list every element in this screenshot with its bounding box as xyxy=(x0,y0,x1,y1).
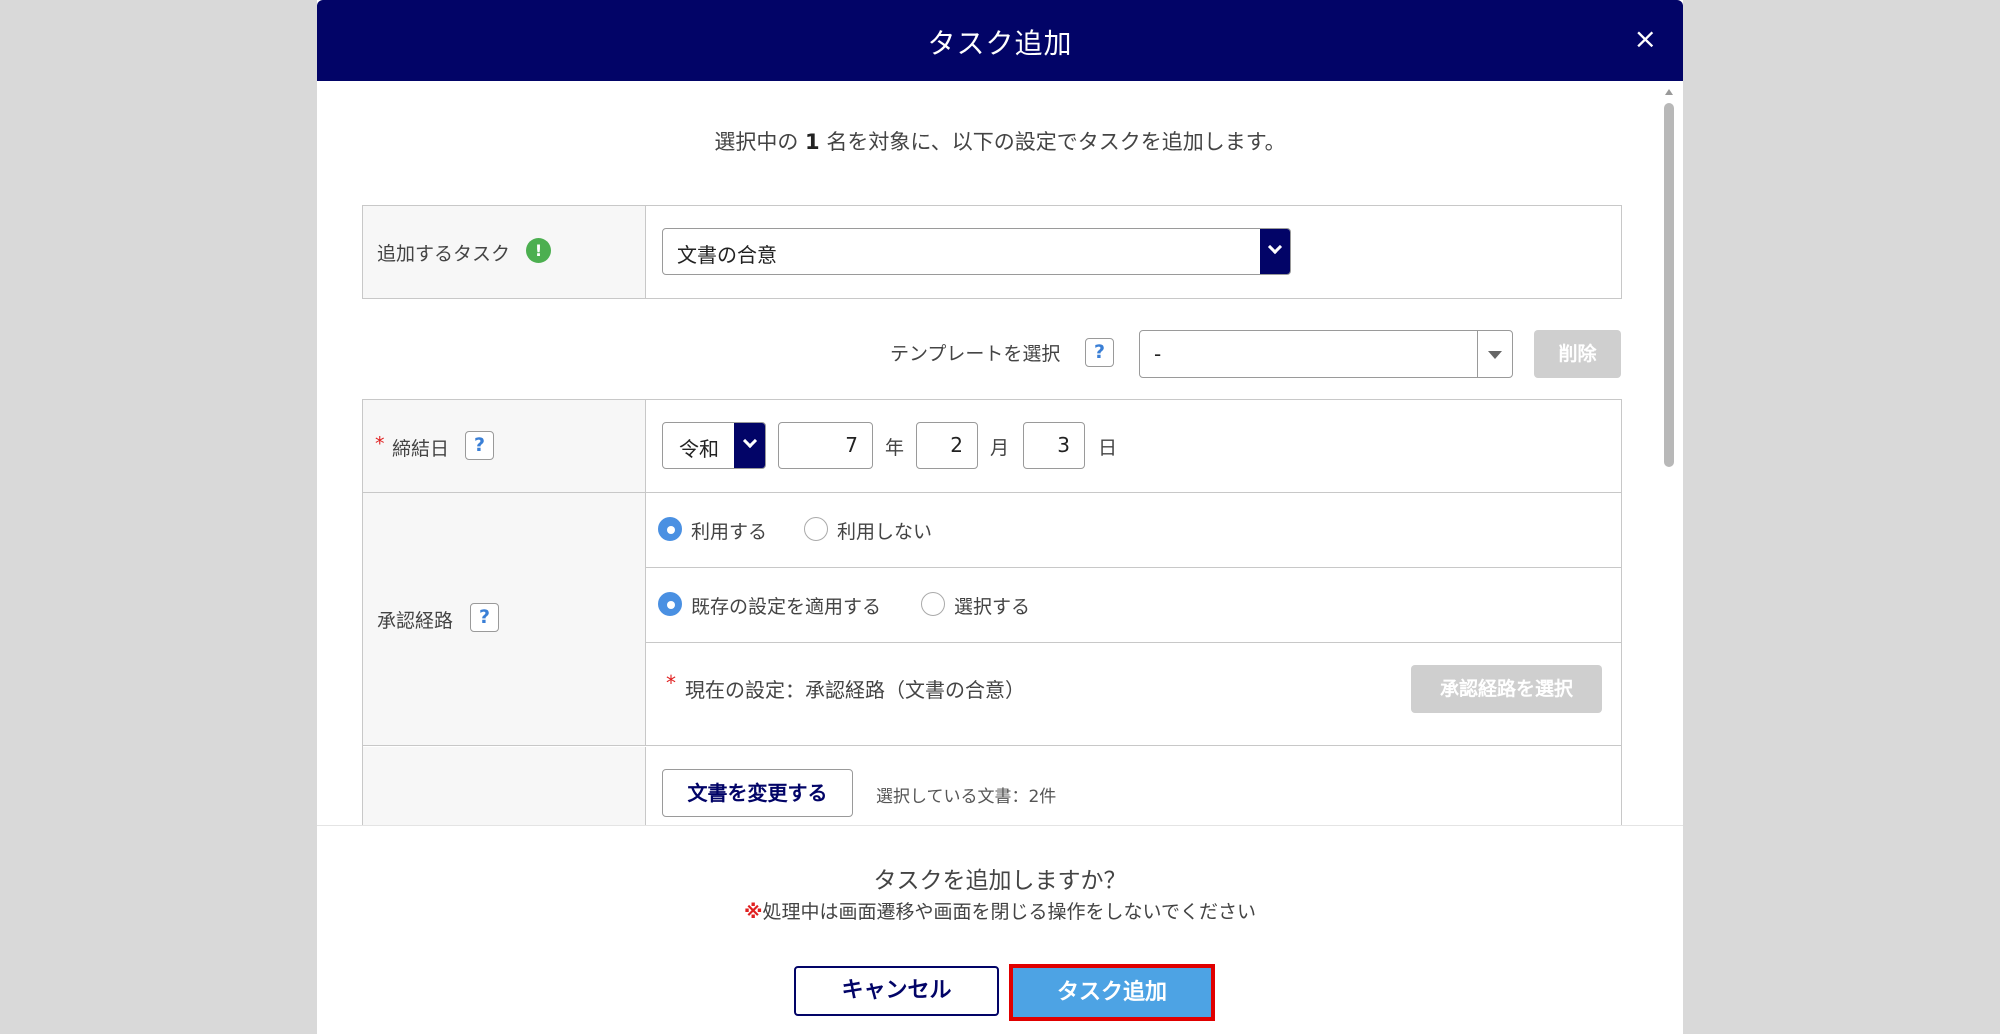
change-document-button[interactable]: 文書を変更する xyxy=(662,769,853,817)
era-select[interactable]: 令和 xyxy=(662,422,766,469)
current-setting-text: 現在の設定：承認経路（文書の合意） xyxy=(685,678,1025,702)
radio-select-label: 選択する xyxy=(954,596,1031,618)
delete-template-button[interactable]: 削除 xyxy=(1534,330,1621,378)
selected-docs-text: 選択している文書：2件 xyxy=(876,787,1057,807)
settings-table: * 締結日 ? 令和 7 年 2 月 3 日 承認経路 ? 利用する 利用しない… xyxy=(362,399,1622,825)
task-select-value: 文書の合意 xyxy=(677,243,777,267)
radio-apply-existing-label: 既存の設定を適用する xyxy=(691,596,882,618)
radio-not-use-label: 利用しない xyxy=(837,521,933,543)
template-select-value: - xyxy=(1154,342,1162,366)
intro-text: 選択中の 1 名を対象に、以下の設定でタスクを追加します。 xyxy=(317,126,1683,156)
date-row: * 締結日 ? 令和 7 年 2 月 3 日 xyxy=(363,400,1621,493)
dialog-body[interactable]: 選択中の 1 名を対象に、以下の設定でタスクを追加します。 追加するタスク ! … xyxy=(317,81,1683,825)
radio-apply-existing[interactable] xyxy=(658,592,682,616)
scroll-up-icon[interactable] xyxy=(1665,89,1673,95)
approval-help-icon[interactable]: ? xyxy=(470,603,499,632)
day-input[interactable]: 3 xyxy=(1023,422,1085,469)
required-mark: * xyxy=(666,671,676,695)
approval-label-cell: 承認経路 ? xyxy=(363,493,646,745)
cancel-button[interactable]: キャンセル xyxy=(794,966,999,1016)
dialog-header: タスク追加 × xyxy=(317,0,1683,81)
year-unit: 年 xyxy=(885,437,905,459)
select-approval-route-button[interactable]: 承認経路を選択 xyxy=(1411,665,1602,713)
dialog-footer: タスクを追加しますか？ ※処理中は画面遷移や画面を閉じる操作をしないでください … xyxy=(317,825,1683,1034)
document-label-cell xyxy=(363,747,646,825)
radio-use[interactable] xyxy=(658,517,682,541)
document-row: 文書を変更する 選択している文書：2件 xyxy=(363,747,1621,825)
info-icon: ! xyxy=(526,238,551,263)
dialog-title: タスク追加 xyxy=(927,27,1073,60)
warning-message: 処理中は画面遷移や画面を閉じる操作をしないでください xyxy=(762,901,1256,923)
template-help-icon[interactable]: ? xyxy=(1085,338,1114,367)
confirm-text: タスクを追加しますか？ xyxy=(873,868,1127,894)
vertical-scrollbar[interactable] xyxy=(1663,89,1675,825)
date-help-icon[interactable]: ? xyxy=(465,431,494,460)
day-unit: 日 xyxy=(1098,437,1118,459)
template-select[interactable]: - xyxy=(1139,330,1513,378)
date-label-cell: * 締結日 ? xyxy=(363,400,646,492)
required-mark: * xyxy=(375,433,385,455)
intro-suffix: 名を対象に、以下の設定でタスクを追加します。 xyxy=(819,130,1286,154)
warning-text: ※処理中は画面遷移や画面を閉じる操作をしないでください xyxy=(317,897,1683,924)
add-task-button[interactable]: タスク追加 xyxy=(1013,968,1211,1017)
task-row: 追加するタスク ! 文書の合意 xyxy=(363,206,1621,298)
approval-divider xyxy=(646,567,1621,568)
task-add-dialog: タスク追加 × 選択中の 1 名を対象に、以下の設定でタスクを追加します。 追加… xyxy=(317,0,1683,1034)
task-table: 追加するタスク ! 文書の合意 xyxy=(362,205,1622,299)
scroll-thumb[interactable] xyxy=(1664,103,1674,467)
intro-count: 1 xyxy=(805,130,820,154)
year-input[interactable]: 7 xyxy=(778,422,873,469)
task-select[interactable]: 文書の合意 xyxy=(662,228,1291,275)
chevron-down-icon[interactable] xyxy=(734,423,765,468)
month-unit: 月 xyxy=(990,437,1010,459)
close-icon[interactable]: × xyxy=(1634,24,1657,54)
approval-divider xyxy=(646,642,1621,643)
radio-not-use[interactable] xyxy=(804,517,828,541)
intro-prefix: 選択中の xyxy=(714,130,806,154)
approval-row: 承認経路 ? 利用する 利用しない 既存の設定を適用する 選択する * 現在の設… xyxy=(363,493,1621,746)
month-input[interactable]: 2 xyxy=(916,422,978,469)
radio-use-label: 利用する xyxy=(691,521,768,543)
warning-mark: ※ xyxy=(744,901,763,923)
date-label: 締結日 xyxy=(392,438,450,460)
task-label-cell: 追加するタスク ! xyxy=(363,206,646,298)
task-label: 追加するタスク xyxy=(377,243,511,265)
caret-down-icon[interactable] xyxy=(1488,351,1502,359)
chevron-down-icon[interactable] xyxy=(1260,229,1290,274)
select-divider xyxy=(1477,331,1478,377)
template-label: テンプレートを選択 xyxy=(890,343,1061,365)
era-value: 令和 xyxy=(679,437,719,461)
approval-label: 承認経路 xyxy=(377,610,454,632)
radio-select[interactable] xyxy=(921,592,945,616)
